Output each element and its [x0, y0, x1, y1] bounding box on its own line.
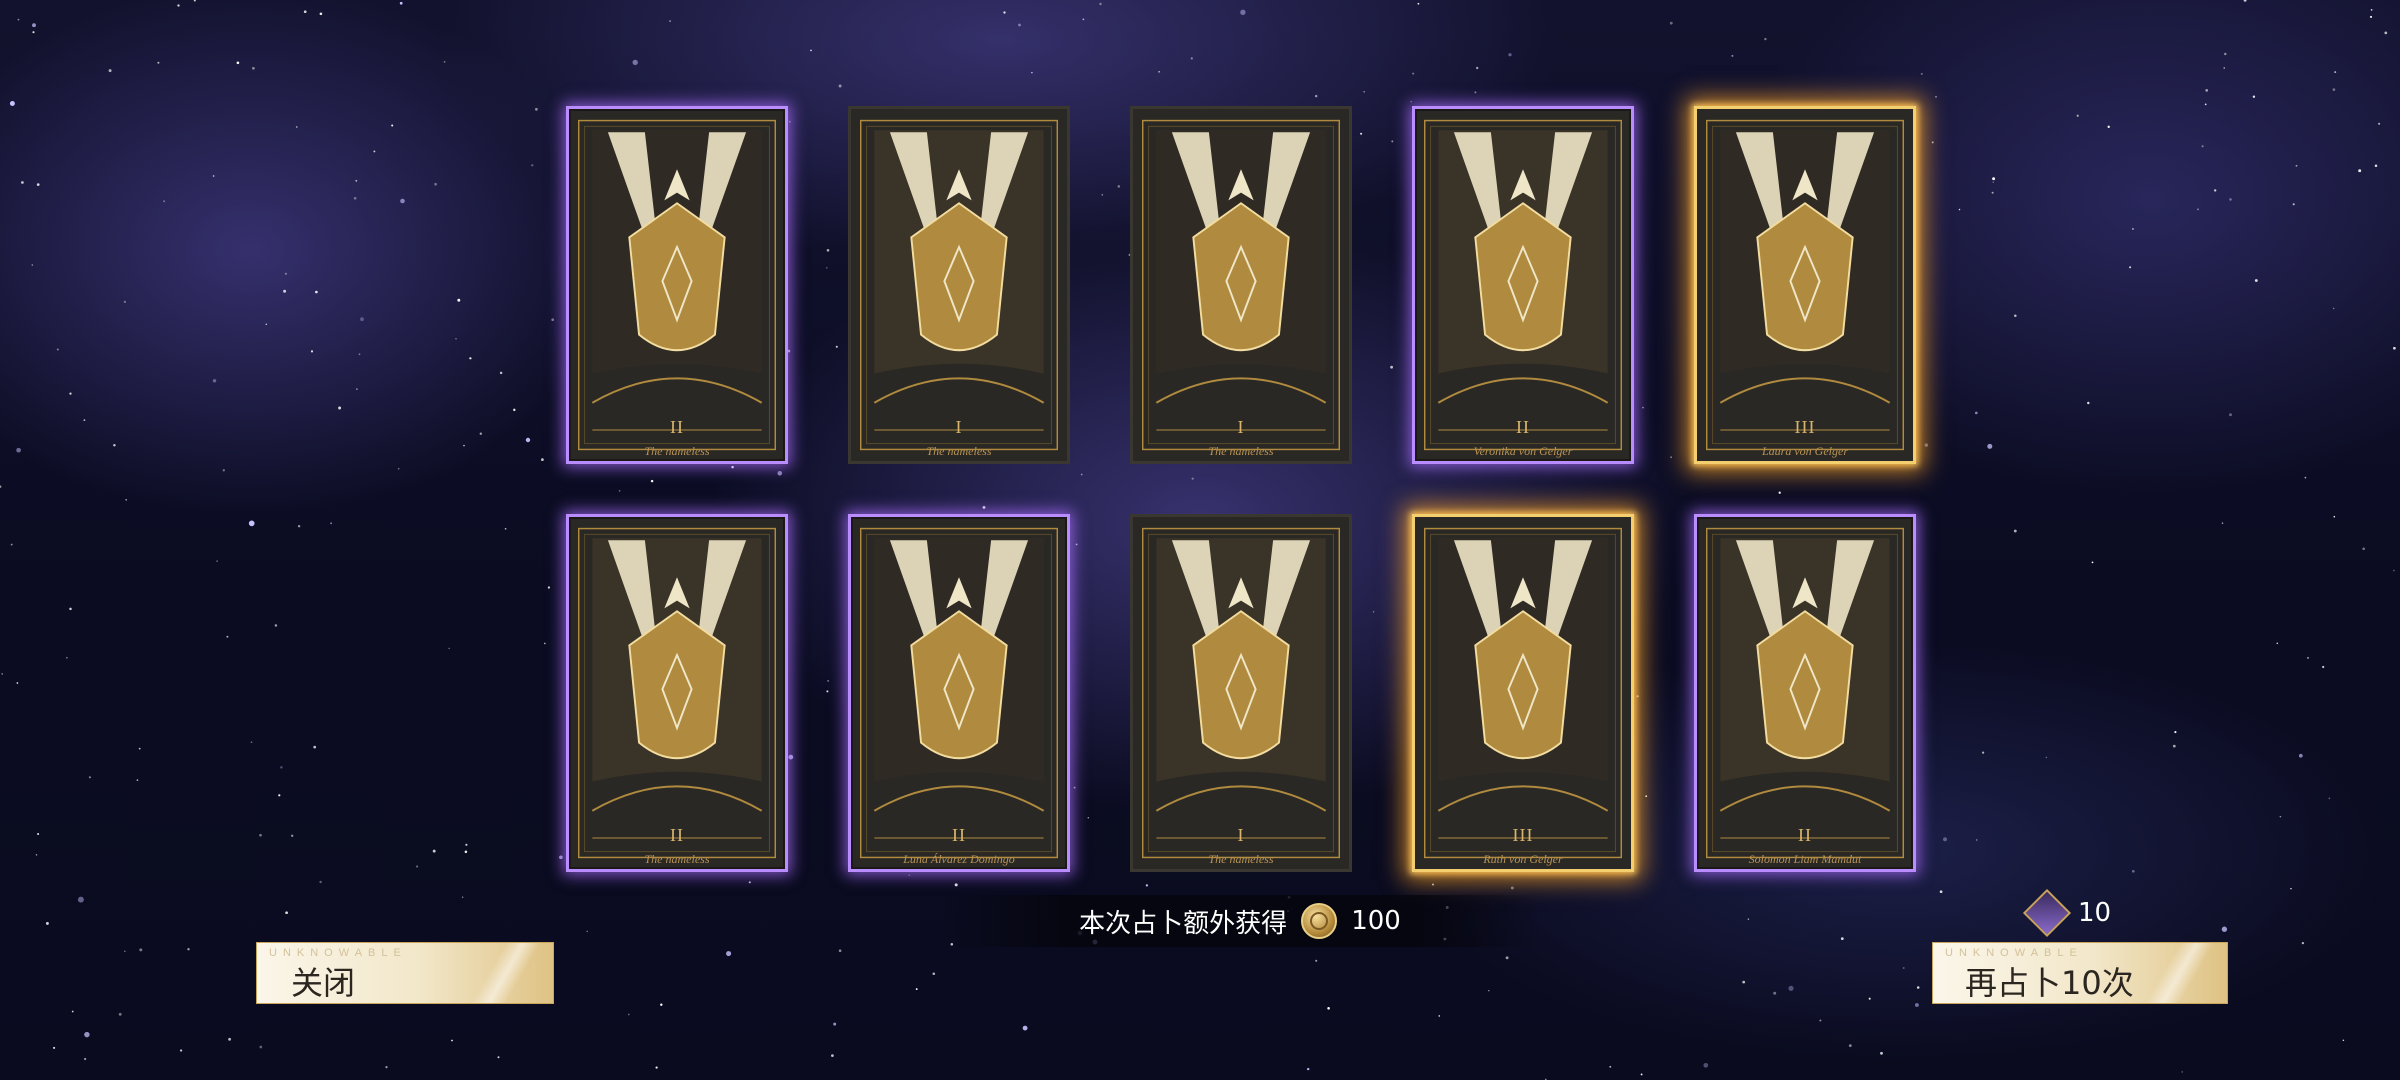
card-numeral: III	[1794, 417, 1816, 437]
card-artwork	[860, 527, 1058, 859]
bonus-reward-bar: 本次占卜额外获得 100	[940, 895, 1540, 947]
card-artwork	[1706, 119, 1904, 451]
card-artwork	[578, 119, 776, 451]
card-artwork	[1424, 119, 1622, 451]
card-numeral: II	[670, 417, 684, 437]
card-artwork	[1142, 527, 1340, 859]
card-name: The nameless	[644, 852, 710, 866]
cost-amount: 10	[2078, 898, 2112, 928]
tarot-card-7[interactable]: II Luna Álvarez Domingo	[848, 514, 1070, 872]
card-numeral: II	[670, 825, 684, 845]
tarot-card-8[interactable]: I The nameless	[1130, 514, 1352, 872]
card-name: Luna Álvarez Domingo	[903, 852, 1015, 866]
card-name: The nameless	[1208, 852, 1274, 866]
tarot-card-2[interactable]: I The nameless	[848, 106, 1070, 464]
close-button-label: 关闭	[291, 964, 356, 1002]
card-numeral: I	[1237, 417, 1245, 437]
close-button[interactable]: UNKNOWABLE 关闭	[256, 942, 554, 1004]
tarot-card-1[interactable]: II The nameless	[566, 106, 788, 464]
card-artwork	[860, 119, 1058, 451]
card-artwork	[1142, 119, 1340, 451]
button-shine	[443, 943, 553, 1003]
bonus-label: 本次占卜额外获得	[1079, 908, 1288, 939]
card-name: Ruth von Gelger	[1483, 852, 1563, 866]
card-numeral: I	[955, 417, 963, 437]
tarot-card-4[interactable]: II Veronika von Gelger	[1412, 106, 1634, 464]
card-artwork	[578, 527, 776, 859]
draw-cost: 10	[2022, 888, 2112, 938]
tarot-card-9[interactable]: III Ruth von Gelger	[1412, 514, 1634, 872]
coin-icon	[1301, 903, 1338, 939]
card-name: The nameless	[644, 444, 710, 458]
tarot-card-3[interactable]: I The nameless	[1130, 106, 1352, 464]
card-numeral: II	[952, 825, 966, 845]
card-numeral: II	[1516, 417, 1530, 437]
draw-again-label: 再占卜10次	[1965, 964, 2134, 1002]
card-numeral: III	[1512, 825, 1534, 845]
card-name: Laura von Gelger	[1762, 444, 1848, 458]
card-numeral: II	[1798, 825, 1812, 845]
card-name: The nameless	[1208, 444, 1274, 458]
card-artwork	[1424, 527, 1622, 859]
card-artwork	[1706, 527, 1904, 859]
card-name: Solomon Liam Mamdut	[1748, 852, 1862, 866]
tarot-card-6[interactable]: II The nameless	[566, 514, 788, 872]
tarot-card-5[interactable]: III Laura von Gelger	[1694, 106, 1916, 464]
card-numeral: I	[1237, 825, 1245, 845]
bonus-amount: 100	[1351, 906, 1401, 936]
draw-again-button[interactable]: UNKNOWABLE 再占卜10次	[1932, 942, 2228, 1004]
card-name: Veronika von Gelger	[1473, 444, 1573, 458]
divination-gem-icon	[2022, 888, 2072, 938]
card-name: The nameless	[926, 444, 992, 458]
tarot-card-10[interactable]: II Solomon Liam Mamdut	[1694, 514, 1916, 872]
